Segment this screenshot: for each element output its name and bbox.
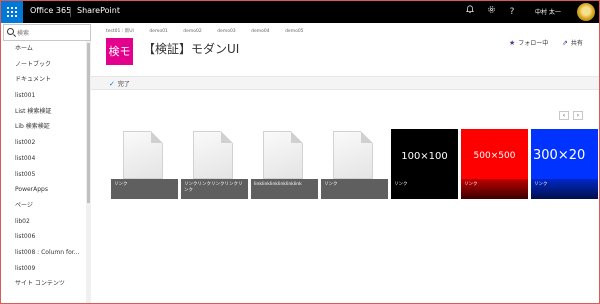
top-link-test01[interactable]: test01 : 新UI — [106, 28, 134, 34]
avatar[interactable] — [577, 3, 595, 21]
nav-item-list001[interactable]: list001 — [1, 88, 87, 104]
top-link-demo04[interactable]: demo04 — [251, 29, 270, 34]
quick-link-tile[interactable]: 300×20 リンク — [531, 129, 598, 199]
done-button[interactable]: ✓ 完了 — [109, 79, 130, 88]
sharepoint-app-name[interactable]: SharePoint — [77, 6, 120, 15]
office365-brand[interactable]: Office 365 — [30, 6, 71, 15]
bell-icon[interactable] — [463, 5, 477, 19]
browser-frame: Office 365 SharePoint ? 中村 太一 ホーム ノートブック… — [0, 0, 600, 304]
top-link-demo02[interactable]: demo02 — [183, 29, 202, 34]
top-link-demo03[interactable]: demo03 — [217, 29, 236, 34]
document-icon — [123, 131, 163, 179]
nav-item-powerapps[interactable]: PowerApps — [1, 182, 87, 198]
top-link-bar: test01 : 新UI demo01 demo02 demo03 demo04… — [106, 28, 318, 36]
search-icon — [7, 28, 14, 35]
nav-item-list009[interactable]: list009 — [1, 261, 87, 277]
nav-item-list002[interactable]: list002 — [1, 135, 87, 151]
nav-item-home[interactable]: ホーム — [1, 41, 87, 57]
left-navigation: ホーム ノートブック ドキュメント list001 List 検索検証 Lib … — [1, 23, 91, 303]
nav-item-notebook[interactable]: ノートブック — [1, 57, 87, 73]
search-box[interactable] — [3, 24, 91, 41]
nav-item-list006[interactable]: list006 — [1, 229, 87, 245]
share-button[interactable]: ⇗ 共有 — [562, 38, 583, 47]
share-icon: ⇗ — [562, 39, 568, 47]
search-input[interactable] — [17, 27, 87, 39]
tile-caption: リンクリンクリンクリンクリンク — [181, 179, 248, 199]
nav-list: ホーム ノートブック ドキュメント list001 List 検索検証 Lib … — [1, 41, 87, 292]
main-content: test01 : 新UI demo01 demo02 demo03 demo04… — [91, 23, 599, 303]
star-icon: ★ — [509, 39, 516, 47]
suite-divider — [70, 7, 71, 17]
tile-caption: リンク — [531, 179, 598, 199]
page-title: 【検証】モダンUI — [143, 42, 240, 56]
tile-image-text: 500×500 — [473, 151, 516, 161]
nav-item-list004[interactable]: list004 — [1, 151, 87, 167]
quick-link-tile[interactable]: 500×500 リンク — [461, 129, 528, 199]
quick-link-tile[interactable]: リンクリンクリンクリンクリンク — [181, 129, 248, 199]
quick-link-tile[interactable]: 100×100 リンク — [391, 129, 458, 199]
nav-item-documents[interactable]: ドキュメント — [1, 72, 87, 88]
tile-image-text: 100×100 — [401, 151, 448, 162]
tile-image-text: 300×20 — [533, 148, 586, 163]
tile-caption: linklinklinklinklinklink — [251, 179, 318, 199]
nav-item-list005[interactable]: list005 — [1, 167, 87, 183]
share-label: 共有 — [570, 40, 583, 47]
follow-label: フォロー中 — [518, 40, 549, 47]
quick-link-tile[interactable]: linklinklinklinklinklink — [251, 129, 318, 199]
quick-link-tile[interactable]: リンク — [321, 129, 388, 199]
nav-item-site-contents[interactable]: サイト コンテンツ — [1, 276, 87, 292]
nav-scrollbar-thumb[interactable] — [87, 43, 90, 203]
nav-item-list008[interactable]: list008 : Column for... — [1, 245, 87, 261]
quick-links-carousel: リンク リンクリンクリンクリンクリンク linklinklinklinklink… — [111, 129, 599, 199]
nav-item-list-search[interactable]: List 検索検証 — [1, 104, 87, 120]
site-logo[interactable]: 検モ — [106, 38, 133, 65]
top-link-demo05[interactable]: demo05 — [285, 29, 304, 34]
done-label: 完了 — [117, 81, 130, 88]
carousel-next-button[interactable]: › — [573, 111, 583, 120]
document-icon — [263, 131, 303, 179]
gear-icon[interactable] — [484, 5, 498, 19]
tile-caption: リンク — [111, 179, 178, 199]
document-icon — [333, 131, 373, 179]
suite-bar: Office 365 SharePoint ? 中村 太一 — [1, 1, 599, 23]
help-icon[interactable]: ? — [505, 5, 519, 19]
nav-item-pages[interactable]: ページ — [1, 198, 87, 214]
tile-caption: リンク — [321, 179, 388, 199]
app-launcher-icon[interactable] — [1, 1, 23, 23]
checkmark-icon: ✓ — [109, 80, 115, 88]
document-icon — [193, 131, 233, 179]
carousel-prev-button[interactable]: ‹ — [559, 111, 569, 120]
command-bar: ✓ 完了 — [91, 76, 599, 90]
top-link-demo01[interactable]: demo01 — [149, 29, 168, 34]
nav-item-lib-search[interactable]: Lib 検索検証 — [1, 119, 87, 135]
quick-link-tile[interactable]: リンク — [111, 129, 178, 199]
user-name[interactable]: 中村 太一 — [535, 7, 561, 16]
tile-caption: リンク — [461, 179, 528, 199]
nav-item-lib02[interactable]: lib02 — [1, 214, 87, 230]
tile-caption: リンク — [391, 179, 458, 199]
follow-button[interactable]: ★ フォロー中 — [509, 38, 548, 47]
